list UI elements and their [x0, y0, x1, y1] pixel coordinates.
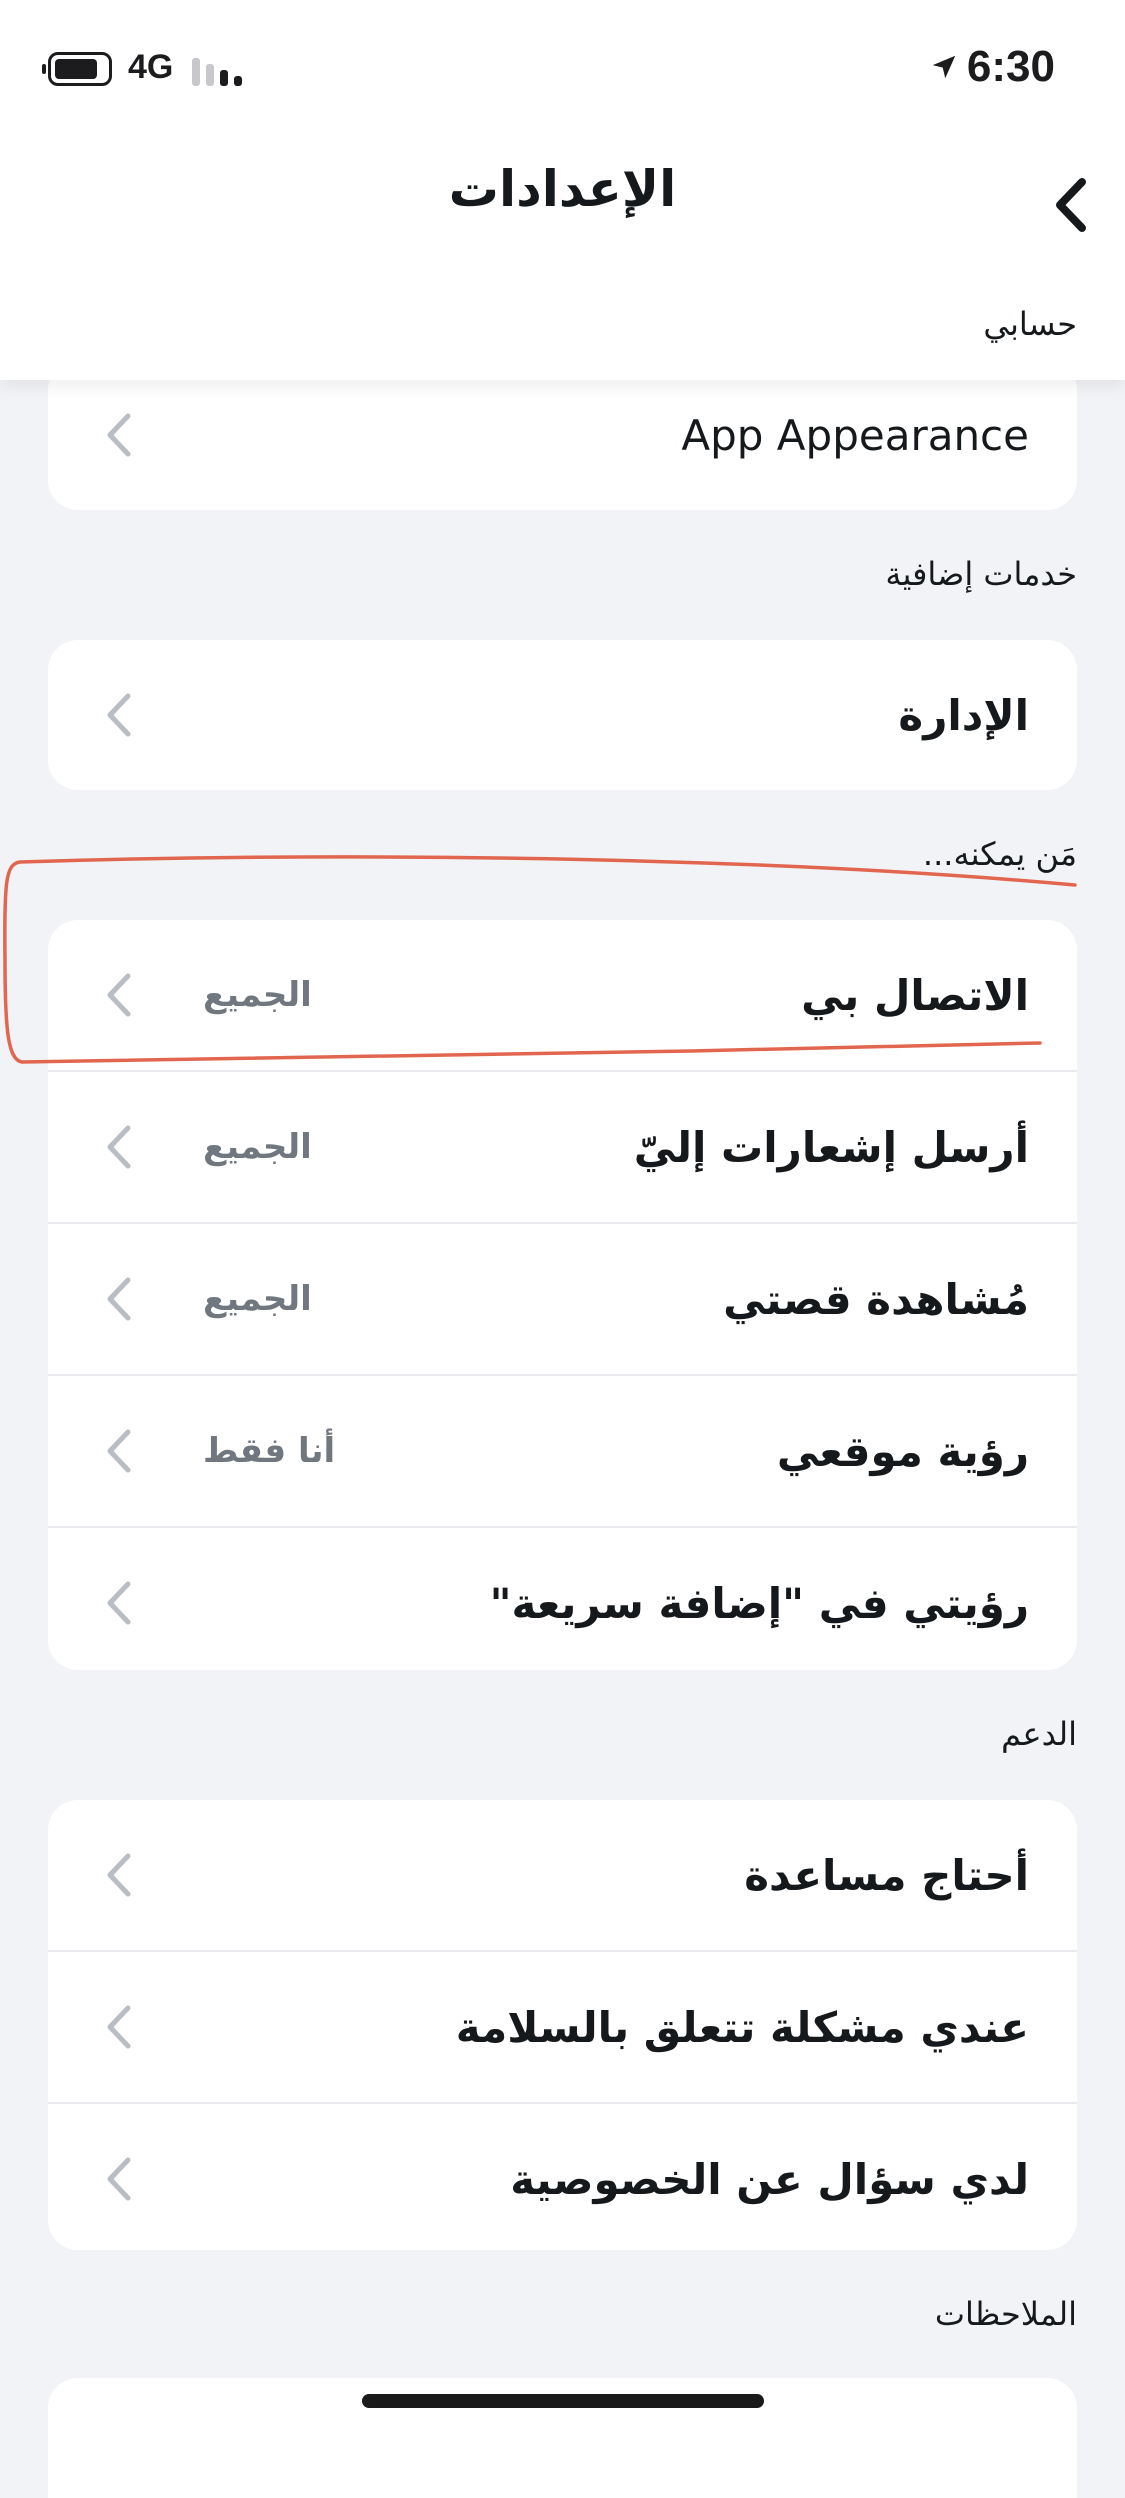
row-see-my-location[interactable]: رؤية موقعي أنا فقط — [48, 1376, 1077, 1528]
chevron-left-icon — [107, 1277, 131, 1321]
row-management[interactable]: الإدارة — [48, 640, 1077, 790]
section-label-notes: الملاحظات — [934, 2295, 1077, 2333]
location-arrow-icon — [932, 55, 956, 79]
row-value: الجميع — [203, 1279, 312, 1319]
status-bar: 4G 6:30 — [0, 0, 1125, 130]
row-label: مُشاهدة قصتي — [723, 1274, 1029, 1324]
card-support: أحتاج مساعدة عندي مشكلة تتعلق بالسلامة ل… — [48, 1800, 1077, 2250]
back-button[interactable] — [1040, 170, 1100, 240]
chevron-left-icon — [107, 973, 131, 1017]
chevron-left-icon — [1056, 178, 1086, 232]
row-value: الجميع — [203, 1127, 312, 1167]
row-value: الجميع — [203, 975, 312, 1015]
section-label-extra-services: خدمات إضافية — [885, 555, 1077, 593]
battery-icon — [42, 52, 112, 86]
row-label: الإدارة — [898, 690, 1029, 740]
row-need-help[interactable]: أحتاج مساعدة — [48, 1800, 1077, 1952]
clock: 6:30 — [929, 42, 1055, 92]
chevron-left-icon — [107, 1125, 131, 1169]
row-send-notifications[interactable]: أرسل إشعارات إليّ الجميع — [48, 1072, 1077, 1224]
section-label-support: الدعم — [1001, 1715, 1077, 1753]
chevron-left-icon — [107, 413, 131, 457]
chevron-left-icon — [107, 2157, 131, 2201]
section-label-who-can: مَن يمكنه... — [922, 835, 1077, 873]
chevron-left-icon — [107, 693, 131, 737]
chevron-left-icon — [107, 1429, 131, 1473]
home-indicator — [362, 2394, 764, 2408]
row-label: رؤية موقعي — [776, 1426, 1029, 1476]
row-label: الاتصال بي — [801, 970, 1029, 1020]
chevron-left-icon — [107, 1581, 131, 1625]
card-who-can: الاتصال بي الجميع أرسل إشعارات إليّ الجم… — [48, 920, 1077, 1670]
network-type: 4G — [128, 48, 174, 86]
row-label: عندي مشكلة تتعلق بالسلامة — [455, 2002, 1029, 2052]
row-label: أرسل إشعارات إليّ — [633, 1122, 1029, 1172]
row-privacy-question[interactable]: لدي سؤال عن الخصوصية — [48, 2104, 1077, 2250]
card-extra-services: الإدارة — [48, 640, 1077, 790]
row-quick-add[interactable]: رؤيتي في "إضافة سريعة" — [48, 1528, 1077, 1670]
chevron-left-icon — [107, 2005, 131, 2049]
row-view-my-story[interactable]: مُشاهدة قصتي الجميع — [48, 1224, 1077, 1376]
row-label: App Appearance — [681, 410, 1029, 460]
row-contact-me[interactable]: الاتصال بي الجميع — [48, 920, 1077, 1072]
chevron-left-icon — [107, 1853, 131, 1897]
time-label: 6:30 — [966, 42, 1055, 91]
row-safety-issue[interactable]: عندي مشكلة تتعلق بالسلامة — [48, 1952, 1077, 2104]
page-title: الإعدادات — [448, 160, 677, 218]
row-label: أحتاج مساعدة — [744, 1850, 1029, 1900]
nav-header: الإعدادات حسابي — [0, 130, 1125, 380]
row-value: أنا فقط — [203, 1431, 336, 1471]
row-label: لدي سؤال عن الخصوصية — [510, 2154, 1029, 2204]
card-account: App Appearance — [48, 360, 1077, 510]
row-label: رؤيتي في "إضافة سريعة" — [489, 1578, 1029, 1628]
section-label-account: حسابي — [983, 305, 1077, 343]
row-app-appearance[interactable]: App Appearance — [48, 360, 1077, 510]
signal-icon — [192, 56, 248, 86]
